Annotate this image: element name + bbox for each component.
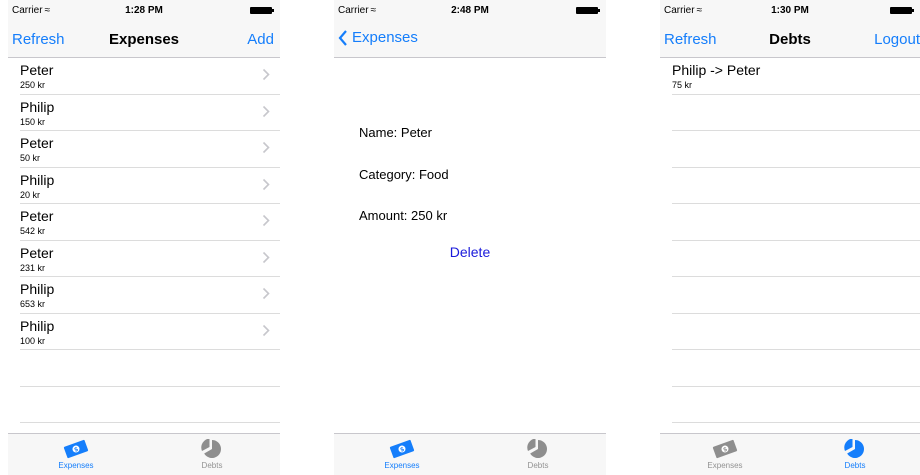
chevron-right-icon — [262, 178, 270, 190]
empty-row — [672, 168, 920, 204]
empty-row — [672, 131, 920, 168]
logout-button[interactable]: Logout — [874, 31, 920, 48]
status-bar: Carrier ≈ 2:48 PM — [334, 0, 606, 20]
navigation-bar: Expenses — [334, 20, 606, 58]
empty-row — [672, 387, 920, 423]
navigation-bar: Refresh Debts Logout — [660, 20, 920, 58]
empty-row — [672, 95, 920, 131]
tab-bar: $ Expenses Debts — [334, 433, 606, 475]
expense-amount: 231 kr — [20, 262, 46, 273]
tab-bar: $ Expenses Debts — [8, 433, 280, 475]
chevron-right-icon — [262, 141, 270, 154]
status-bar: Carrier ≈ 1:28 PM — [8, 0, 280, 20]
money-icon: $ — [712, 439, 738, 459]
tab-debts-label: Debts — [844, 461, 866, 470]
empty-row — [672, 350, 920, 387]
tab-expenses[interactable]: $ Expenses — [660, 434, 790, 475]
debts-list: Philip -> Peter 75 kr — [660, 58, 920, 423]
tab-bar: $ Expenses Debts — [660, 433, 920, 475]
expense-amount: 250 kr — [20, 80, 46, 90]
expense-row[interactable]: Peter 542 kr — [20, 204, 280, 241]
detail-amount: Amount: 250 kr — [359, 208, 448, 223]
expense-name: Peter — [20, 62, 54, 78]
battery-icon — [576, 7, 600, 14]
expense-name: Philip — [20, 171, 55, 188]
expense-name: Philip — [20, 281, 55, 297]
expense-amount: 50 kr — [20, 153, 41, 163]
tab-expenses-label: Expenses — [707, 461, 743, 470]
chevron-left-icon — [338, 29, 347, 46]
expense-name: Philip — [20, 98, 55, 115]
battery-icon — [890, 7, 914, 14]
tab-expenses[interactable]: $ Expenses — [334, 434, 470, 475]
expense-row[interactable]: Peter 50 kr — [20, 131, 280, 168]
empty-row — [20, 350, 280, 387]
chevron-right-icon — [262, 214, 270, 227]
empty-row — [672, 277, 920, 314]
expenses-list: Peter 250 kr Philip 150 kr Peter 50 kr Philip 2… — [8, 58, 280, 423]
back-button[interactable]: Expenses — [338, 29, 418, 46]
chevron-right-icon — [262, 68, 270, 81]
page-title: Expenses — [108, 31, 180, 48]
chevron-right-icon — [262, 105, 270, 117]
expense-detail-screen: Carrier ≈ 2:48 PM Expenses Name: Peter Ca… — [334, 0, 606, 475]
expense-name: Peter — [20, 135, 54, 151]
tab-expenses[interactable]: $ Expenses — [8, 434, 144, 475]
tab-debts[interactable]: Debts — [470, 434, 606, 475]
battery-icon — [250, 7, 274, 14]
money-icon: $ — [63, 439, 89, 459]
status-bar: Carrier ≈ 1:30 PM — [660, 0, 920, 20]
empty-row — [672, 314, 920, 350]
detail-category: Category: Food — [359, 167, 449, 182]
tab-debts[interactable]: Debts — [790, 434, 920, 475]
empty-row — [672, 241, 920, 277]
expense-amount: 20 kr — [20, 189, 41, 200]
add-button[interactable]: Add — [247, 31, 274, 48]
expenses-screen: Carrier ≈ 1:28 PM Refresh Expenses Add Pe… — [8, 0, 280, 475]
expense-row[interactable]: Philip 100 kr — [20, 314, 280, 350]
expense-name: Peter — [20, 208, 54, 224]
debts-screen: Carrier ≈ 1:30 PM Refresh Debts Logout Ph… — [660, 0, 920, 475]
expense-amount: 542 kr — [20, 226, 46, 236]
chevron-right-icon — [262, 287, 270, 300]
debt-amount: 75 kr — [672, 80, 693, 90]
expense-row[interactable]: Philip 150 kr — [20, 95, 280, 131]
expense-amount: 100 kr — [20, 335, 46, 346]
tab-debts[interactable]: Debts — [144, 434, 280, 475]
tab-expenses-label: Expenses — [384, 461, 420, 470]
tab-debts-label: Debts — [201, 461, 223, 470]
navigation-bar: Refresh Expenses Add — [8, 20, 280, 58]
tab-debts-label: Debts — [527, 461, 549, 470]
expense-row[interactable]: Peter 231 kr — [20, 241, 280, 277]
tab-expenses-label: Expenses — [58, 461, 94, 470]
expense-row[interactable]: Philip 653 kr — [20, 277, 280, 314]
expense-row[interactable]: Philip 20 kr — [20, 168, 280, 204]
pie-chart-icon — [201, 439, 221, 458]
expense-name: Peter — [20, 244, 54, 261]
pie-chart-icon — [527, 439, 547, 458]
expense-amount: 150 kr — [20, 116, 46, 127]
status-time: 1:30 PM — [771, 5, 809, 16]
expense-amount: 653 kr — [20, 299, 46, 309]
delete-button[interactable]: Delete — [334, 244, 606, 260]
detail-name: Name: Peter — [359, 125, 432, 140]
pie-chart-icon — [844, 439, 864, 458]
back-button-label: Expenses — [352, 29, 418, 46]
status-time: 1:28 PM — [125, 5, 163, 16]
chevron-right-icon — [262, 324, 270, 336]
debt-row: Philip -> Peter 75 kr — [672, 58, 920, 95]
status-time: 2:48 PM — [451, 5, 489, 16]
expense-row[interactable]: Peter 250 kr — [20, 58, 280, 95]
debt-parties: Philip -> Peter — [672, 62, 761, 78]
expense-name: Philip — [20, 317, 55, 334]
chevron-right-icon — [262, 251, 270, 263]
money-icon: $ — [389, 439, 415, 459]
empty-row — [20, 387, 280, 423]
empty-row — [672, 204, 920, 241]
